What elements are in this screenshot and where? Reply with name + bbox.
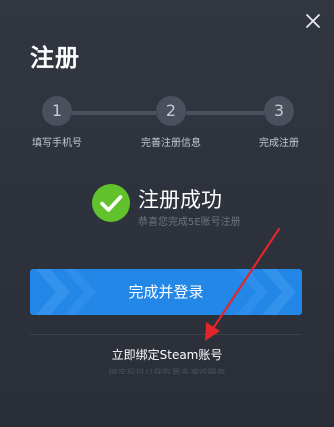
complete-and-login-label: 完成并登录 — [128, 283, 204, 301]
step-connector-1-2 — [72, 111, 156, 115]
bind-steam-link[interactable]: 立即绑定Steam账号 — [0, 346, 334, 363]
close-button[interactable] — [302, 10, 324, 32]
success-badge — [92, 184, 130, 222]
check-icon — [100, 195, 123, 212]
step-3-label: 完成注册 — [259, 138, 299, 149]
complete-and-login-button[interactable]: 完成并登录 — [30, 269, 302, 315]
step-1-label: 填写手机号 — [32, 138, 82, 149]
dialog-title: 注册 — [30, 44, 80, 72]
step-connector-2-3 — [186, 111, 264, 115]
success-title: 注册成功 — [138, 188, 222, 212]
step-indicator: 1 2 3 填写手机号 完善注册信息 完成注册 — [0, 96, 334, 156]
close-icon — [306, 14, 320, 28]
step-3-circle: 3 — [264, 96, 294, 126]
step-2-circle: 2 — [156, 96, 186, 126]
bind-hint-text: 绑定后可以获取更多游戏服务 — [108, 369, 226, 374]
success-message: 注册成功 恭喜您完成5E账号注册 — [92, 184, 312, 234]
register-dialog: 注册 1 2 3 填写手机号 完善注册信息 完成注册 注册成功 恭喜您完成5E账… — [0, 0, 334, 427]
divider — [30, 334, 302, 335]
step-2-label: 完善注册信息 — [141, 138, 201, 149]
success-subtitle: 恭喜您完成5E账号注册 — [138, 217, 241, 228]
step-1-circle: 1 — [42, 96, 72, 126]
